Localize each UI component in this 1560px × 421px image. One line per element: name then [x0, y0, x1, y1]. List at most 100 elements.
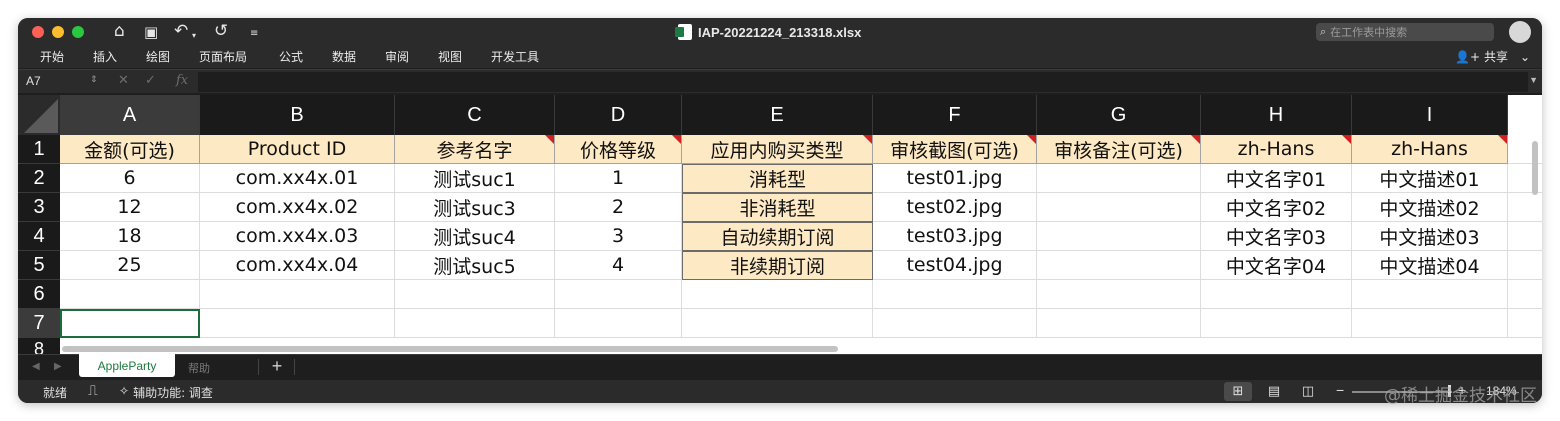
account-avatar-icon[interactable]: [1509, 21, 1531, 43]
tab-data[interactable]: 数据: [332, 48, 356, 65]
table-cell[interactable]: 测试suc3: [395, 193, 555, 222]
sheet-tab-appleparty[interactable]: AppleParty: [79, 354, 175, 377]
table-cell[interactable]: [1037, 164, 1201, 193]
table-cell[interactable]: 测试suc4: [395, 222, 555, 251]
header-cell-a[interactable]: 金额(可选): [60, 135, 200, 164]
search-input[interactable]: [1330, 25, 1471, 39]
tab-page-layout[interactable]: 页面布局: [199, 48, 247, 65]
row-header-7[interactable]: 7: [18, 309, 60, 338]
horizontal-scrollbar[interactable]: [62, 346, 838, 352]
column-header-d[interactable]: D: [555, 95, 682, 135]
row-header-5[interactable]: 5: [18, 251, 60, 280]
row-header-3[interactable]: 3: [18, 193, 60, 222]
column-header-g[interactable]: G: [1037, 95, 1201, 135]
table-cell[interactable]: 中文名字03: [1201, 222, 1352, 251]
table-cell[interactable]: 自动续期订阅: [682, 222, 873, 251]
table-cell[interactable]: 3: [555, 222, 682, 251]
page-break-view-button[interactable]: ◫: [1294, 382, 1322, 401]
table-cell[interactable]: 中文描述01: [1352, 164, 1508, 193]
home-icon[interactable]: ⌂: [114, 21, 125, 41]
prev-sheet-icon[interactable]: ◀: [32, 361, 40, 372]
column-header-b[interactable]: B: [200, 95, 395, 135]
table-cell[interactable]: 4: [555, 251, 682, 280]
table-cell[interactable]: [1037, 251, 1201, 280]
header-cell-g[interactable]: 审核备注(可选): [1037, 135, 1201, 164]
table-cell[interactable]: 非续期订阅: [682, 251, 873, 280]
accessibility-check[interactable]: ✧ 辅助功能: 调查: [119, 384, 213, 401]
tab-formulas[interactable]: 公式: [279, 48, 303, 65]
zoom-out-button[interactable]: −: [1336, 382, 1344, 398]
table-cell[interactable]: [1037, 193, 1201, 222]
table-cell[interactable]: 非消耗型: [682, 193, 873, 222]
empty-cell[interactable]: [1037, 280, 1201, 309]
insert-function-icon[interactable]: fx: [176, 73, 188, 88]
column-header-a[interactable]: A: [60, 95, 200, 135]
next-sheet-icon[interactable]: ▶: [54, 361, 62, 372]
save-icon[interactable]: ▣: [144, 22, 158, 42]
empty-cell[interactable]: [1037, 309, 1201, 338]
table-cell[interactable]: test01.jpg: [873, 164, 1037, 193]
name-box-stepper-icon[interactable]: ⇕: [90, 75, 98, 85]
table-cell[interactable]: 1: [555, 164, 682, 193]
undo-icon[interactable]: ↶: [174, 21, 188, 41]
table-cell[interactable]: 18: [60, 222, 200, 251]
tab-developer[interactable]: 开发工具: [491, 48, 539, 65]
empty-cell[interactable]: [1201, 280, 1352, 309]
table-cell[interactable]: 消耗型: [682, 164, 873, 193]
empty-cell[interactable]: [200, 309, 395, 338]
table-cell[interactable]: 12: [60, 193, 200, 222]
empty-cell[interactable]: [873, 309, 1037, 338]
row-header-6[interactable]: 6: [18, 280, 60, 309]
empty-cell[interactable]: [1352, 280, 1508, 309]
empty-cell[interactable]: [682, 309, 873, 338]
header-cell-h[interactable]: zh-Hans: [1201, 135, 1352, 164]
row-header-8[interactable]: 8: [18, 338, 60, 354]
maximize-window-button[interactable]: [72, 26, 84, 38]
empty-cell[interactable]: [395, 280, 555, 309]
column-header-h[interactable]: H: [1201, 95, 1352, 135]
empty-cell[interactable]: [682, 280, 873, 309]
macro-record-icon[interactable]: ⎍: [88, 382, 98, 399]
empty-cell[interactable]: [555, 280, 682, 309]
table-cell[interactable]: 测试suc5: [395, 251, 555, 280]
tab-home[interactable]: 开始: [40, 48, 64, 65]
column-header-f[interactable]: F: [873, 95, 1037, 135]
empty-cell[interactable]: [395, 309, 555, 338]
normal-view-button[interactable]: ⊞: [1224, 382, 1252, 401]
table-cell[interactable]: [1037, 222, 1201, 251]
table-cell[interactable]: 中文名字04: [1201, 251, 1352, 280]
table-cell[interactable]: com.xx4x.02: [200, 193, 395, 222]
redo-icon[interactable]: ↺: [214, 21, 228, 41]
select-all-corner[interactable]: [18, 95, 60, 135]
cancel-entry-icon[interactable]: ✕: [118, 73, 129, 88]
empty-cell[interactable]: [1352, 309, 1508, 338]
empty-cell[interactable]: [60, 280, 200, 309]
add-sheet-button[interactable]: +: [262, 356, 292, 377]
tab-review[interactable]: 审阅: [385, 48, 409, 65]
header-cell-i[interactable]: zh-Hans: [1352, 135, 1508, 164]
header-cell-c[interactable]: 参考名字: [395, 135, 555, 164]
table-cell[interactable]: 25: [60, 251, 200, 280]
header-cell-e[interactable]: 应用内购买类型: [682, 135, 873, 164]
row-header-1[interactable]: 1: [18, 135, 60, 164]
table-cell[interactable]: 测试suc1: [395, 164, 555, 193]
row-header-2[interactable]: 2: [18, 164, 60, 193]
table-cell[interactable]: com.xx4x.03: [200, 222, 395, 251]
tab-view[interactable]: 视图: [438, 48, 462, 65]
table-cell[interactable]: test04.jpg: [873, 251, 1037, 280]
active-cell[interactable]: [60, 309, 200, 338]
formula-input[interactable]: [198, 72, 1528, 92]
column-header-e[interactable]: E: [682, 95, 873, 135]
table-cell[interactable]: 中文名字01: [1201, 164, 1352, 193]
tab-insert[interactable]: 插入: [93, 48, 117, 65]
confirm-entry-icon[interactable]: ✓: [145, 73, 156, 88]
empty-cell[interactable]: [1201, 309, 1352, 338]
tab-draw[interactable]: 绘图: [146, 48, 170, 65]
header-cell-d[interactable]: 价格等级: [555, 135, 682, 164]
empty-cell[interactable]: [200, 280, 395, 309]
minimize-window-button[interactable]: [52, 26, 64, 38]
customize-toolbar-icon[interactable]: ≡: [250, 24, 258, 44]
table-cell[interactable]: 6: [60, 164, 200, 193]
table-cell[interactable]: com.xx4x.04: [200, 251, 395, 280]
table-cell[interactable]: 中文描述02: [1352, 193, 1508, 222]
